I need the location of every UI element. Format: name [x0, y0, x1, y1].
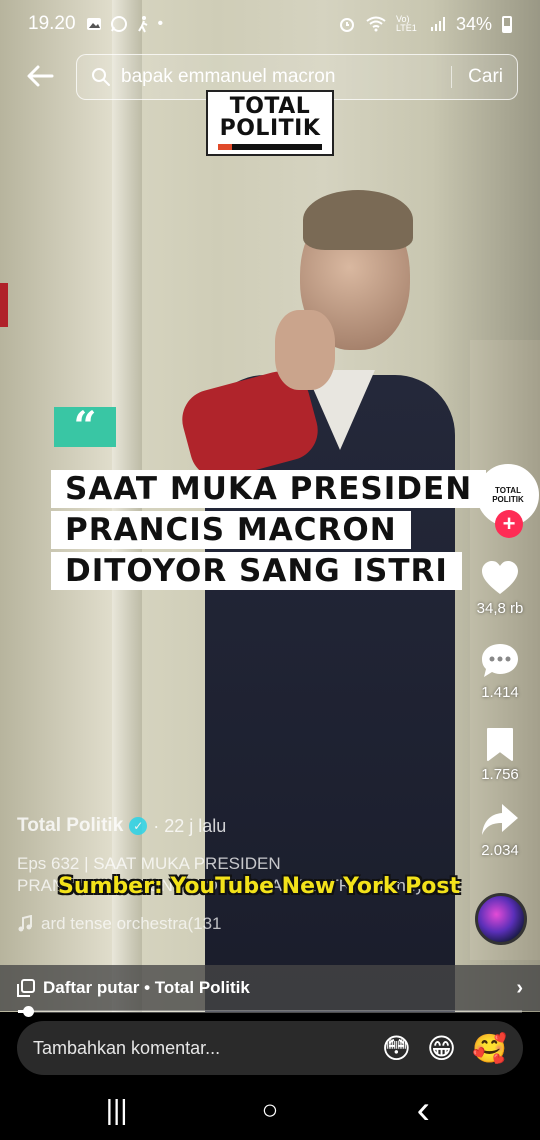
- save-count: 1.756: [481, 766, 519, 783]
- search-divider: [451, 66, 453, 88]
- system-nav-bar: ||| ○ ‹: [0, 1080, 540, 1140]
- source-overlay: Sumber: YouTube New York Post: [58, 874, 461, 899]
- hair: [303, 190, 413, 250]
- alarm-icon: [339, 18, 354, 32]
- search-input[interactable]: bapak emmanuel macron: [121, 66, 451, 88]
- video-progress[interactable]: [18, 1006, 522, 1017]
- emoji-grin[interactable]: 😁: [427, 1032, 456, 1065]
- quote-badge: “: [54, 407, 116, 447]
- whatsapp-icon: [110, 16, 127, 32]
- logo-bars: [218, 144, 322, 150]
- heart-icon: [482, 561, 518, 594]
- creator-name[interactable]: Total Politik: [17, 815, 123, 837]
- wifi-icon: [366, 16, 386, 32]
- walk-icon: [137, 16, 147, 33]
- chevron-right-icon: ›: [516, 976, 523, 999]
- comment-icon: [482, 644, 518, 677]
- search-icon: [92, 68, 110, 86]
- comment-input[interactable]: Tambahkan komentar...: [33, 1038, 366, 1059]
- share-icon: [482, 804, 518, 835]
- network-label: Vo) LTE1: [395, 14, 417, 33]
- battery-percent: 34%: [455, 13, 492, 34]
- notification-icons: •: [86, 15, 164, 33]
- progress-knob[interactable]: [23, 1006, 35, 1017]
- avatar-text: POLITIK: [492, 495, 524, 504]
- share-count: 2.034: [481, 842, 519, 859]
- like-button[interactable]: 34,8 rb: [460, 560, 540, 617]
- save-button[interactable]: 1.756: [460, 726, 540, 783]
- comment-button[interactable]: 1.414: [460, 642, 540, 701]
- caption-line: Eps 632 | SAAT MUKA PRESIDEN: [17, 854, 281, 873]
- music-disc[interactable]: [475, 893, 527, 945]
- notification-dot: •: [157, 15, 164, 32]
- image-icon: [86, 18, 101, 30]
- hand: [275, 310, 335, 390]
- music-row[interactable]: ard tense orchestra(131: [17, 914, 222, 934]
- logo-line2: POLITIK: [219, 116, 321, 141]
- home-button[interactable]: ○: [230, 1094, 310, 1126]
- comment-bar[interactable]: Tambahkan komentar... 😳 😁 🥰: [17, 1021, 523, 1075]
- playlist-icon: [17, 979, 35, 997]
- like-count: 34,8 rb: [476, 600, 524, 617]
- follow-button[interactable]: +: [495, 510, 523, 538]
- logo-line1: TOTAL: [229, 94, 311, 119]
- search-submit-button[interactable]: Cari: [468, 66, 503, 88]
- status-time: 19.20: [28, 13, 76, 34]
- battery-icon: [502, 15, 512, 33]
- back-button[interactable]: [22, 58, 58, 94]
- emoji-love[interactable]: 🥰: [472, 1032, 507, 1065]
- avatar-text: TOTAL: [495, 486, 521, 495]
- arrow-left-icon: [27, 65, 54, 87]
- system-icons: Vo) LTE1 34%: [338, 14, 512, 35]
- emoji-flushed[interactable]: 😳: [382, 1032, 411, 1065]
- channel-logo: TOTAL POLITIK: [206, 90, 334, 156]
- recent-apps-button[interactable]: |||: [77, 1094, 157, 1126]
- headline-line: DITOYOR SANG ISTRI: [51, 552, 462, 590]
- music-note-icon: [18, 915, 32, 932]
- red-sign: [0, 283, 8, 327]
- headline-line: SAAT MUKA PRESIDEN: [51, 470, 487, 508]
- verified-icon: ✓: [129, 817, 148, 835]
- music-title: ard tense orchestra(131: [41, 914, 222, 933]
- share-button[interactable]: 2.034: [460, 802, 540, 859]
- signal-icon: [430, 17, 445, 31]
- comment-count: 1.414: [481, 684, 519, 701]
- video-headline: SAAT MUKA PRESIDEN PRANCIS MACRON DITOYO…: [51, 470, 487, 593]
- headline-line: PRANCIS MACRON: [51, 511, 411, 549]
- playlist-bar[interactable]: Daftar putar • Total Politik ›: [0, 965, 540, 1011]
- creator-row[interactable]: Total Politik ✓ · 22 j lalu: [17, 815, 226, 837]
- playlist-label: Daftar putar • Total Politik: [43, 978, 250, 997]
- status-bar: 19.20 • Vo) LTE1 34%: [0, 0, 540, 48]
- post-time: · 22 j lalu: [153, 815, 227, 836]
- nav-back-button[interactable]: ‹: [383, 1088, 463, 1133]
- bookmark-icon: [487, 728, 513, 761]
